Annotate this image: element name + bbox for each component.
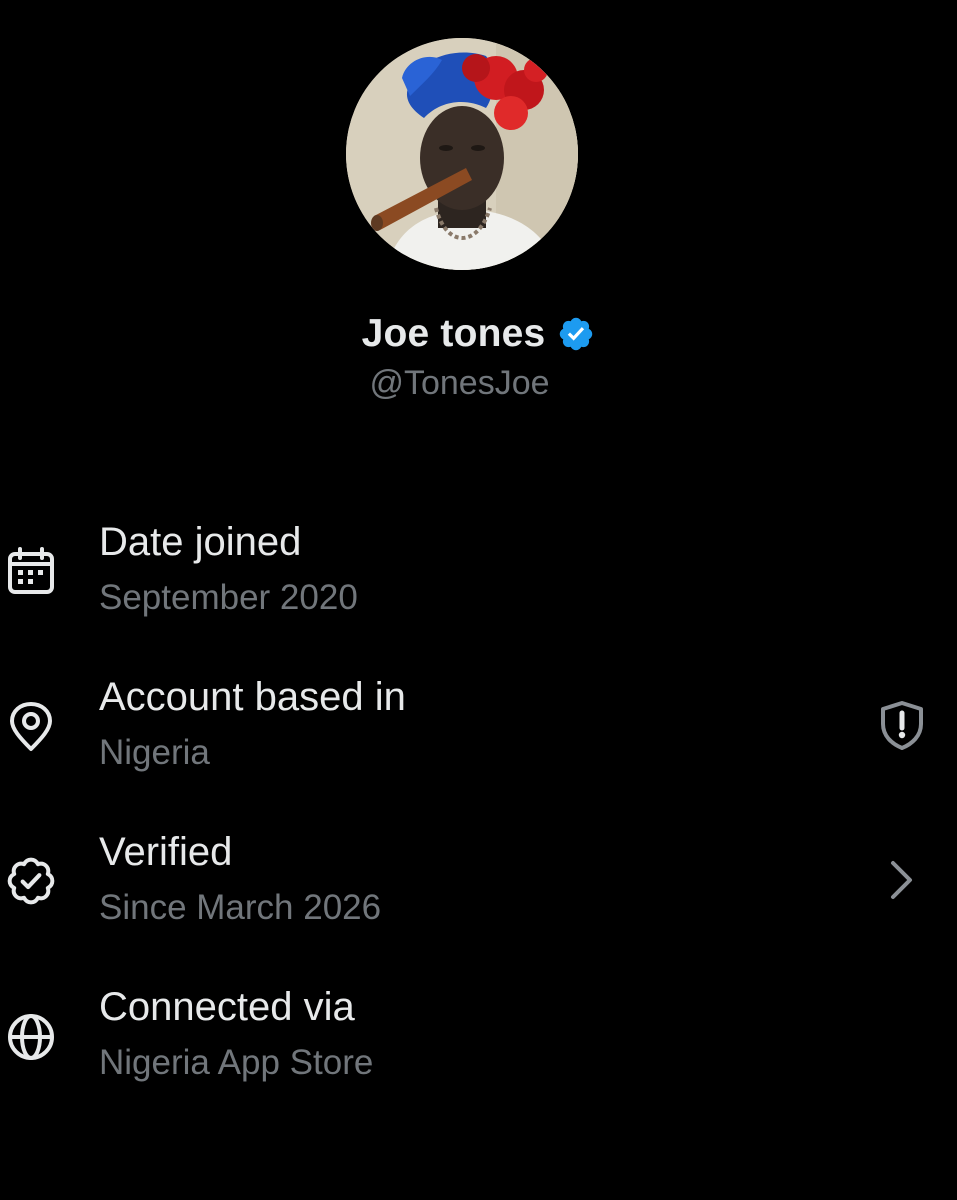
calendar-icon <box>6 546 56 596</box>
info-row-connected-via: Connected via Nigeria App Store <box>0 985 957 1095</box>
profile-name-row: Joe tones <box>0 312 957 356</box>
row-title: Connected via <box>99 985 355 1029</box>
info-row-account-based-in[interactable]: Account based in Nigeria <box>0 675 957 785</box>
row-value: Nigeria <box>99 733 210 772</box>
row-value: September 2020 <box>99 578 358 617</box>
verified-outline-icon <box>6 856 56 906</box>
display-name: Joe tones <box>361 312 546 355</box>
avatar-image <box>346 38 578 270</box>
avatar[interactable] <box>346 38 578 270</box>
chevron-right-icon[interactable] <box>877 855 927 905</box>
row-value: Since March 2026 <box>99 888 382 927</box>
shield-alert-icon[interactable] <box>877 700 927 750</box>
row-title: Verified <box>99 830 233 874</box>
row-title: Date joined <box>99 520 302 564</box>
row-title: Account based in <box>99 675 406 719</box>
row-value: Nigeria App Store <box>99 1043 374 1082</box>
profile-handle: @TonesJoe <box>369 364 550 402</box>
location-pin-icon <box>6 702 56 752</box>
globe-icon <box>6 1012 56 1062</box>
info-row-date-joined: Date joined September 2020 <box>0 520 957 630</box>
verified-badge-icon[interactable] <box>557 315 595 353</box>
info-row-verified[interactable]: Verified Since March 2026 <box>0 830 957 940</box>
